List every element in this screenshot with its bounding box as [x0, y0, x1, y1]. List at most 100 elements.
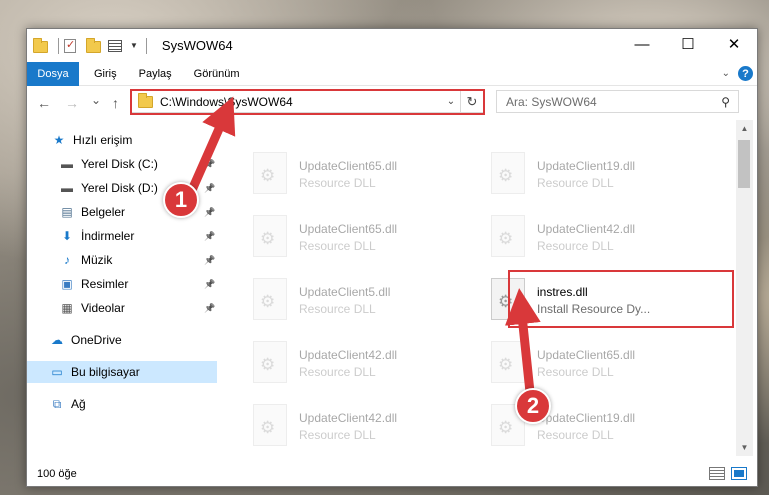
recent-locations-icon[interactable]: ⌄ — [91, 93, 101, 107]
dll-file-icon: ⚙ — [491, 152, 525, 194]
file-info: UpdateClient42.dll Resource DLL — [537, 221, 635, 255]
pin-icon: 📌 — [204, 206, 216, 217]
file-info: UpdateClient65.dll Resource DLL — [299, 221, 397, 255]
tab-view[interactable]: Görünüm — [183, 62, 251, 86]
file-info: UpdateClient5.dll Resource DLL — [299, 284, 390, 318]
sidebar-item[interactable]: ▬ Yerel Disk (C:) 📌 — [27, 153, 217, 175]
dll-file-icon: ⚙ — [253, 278, 287, 320]
sidebar-item[interactable]: ▦ Videolar 📌 — [27, 297, 217, 319]
file-description: Resource DLL — [537, 428, 614, 442]
file-info: UpdateClient19.dll Resource DLL — [537, 158, 635, 192]
tab-share[interactable]: Paylaş — [128, 62, 183, 86]
file-tile[interactable]: ⚙ UpdateClient65.dll Resource DLL — [245, 150, 475, 200]
file-explorer-window: ▼ SysWOW64 — ☐ ✕ Dosya Giriş Paylaş Görü… — [26, 28, 758, 487]
ribbon-controls: ⌄ ? — [722, 66, 753, 81]
navigation-pane: ★ Hızlı erişim ▬ Yerel Disk (C:) 📌 ▬ Yerel Dis… — [27, 125, 217, 455]
network-icon: ⧉ — [52, 396, 62, 411]
drive-icon: ▬ — [61, 181, 73, 195]
gear-icon: ⚙ — [498, 355, 514, 374]
file-info: UpdateClient42.dll Resource DLL — [299, 347, 397, 381]
status-bar: 100 öğe — [27, 461, 757, 486]
quick-access-toolbar: ▼ — [33, 37, 138, 54]
minimize-button[interactable]: — — [619, 29, 665, 59]
file-tile[interactable]: ⚙ UpdateClient65.dll Resource DLL — [245, 213, 475, 263]
file-name: UpdateClient19.dll — [537, 411, 636, 425]
file-description: Resource DLL — [299, 428, 376, 442]
file-name: UpdateClient65.dll — [537, 348, 636, 362]
sidebar-item[interactable]: ⧉ Ağ — [27, 393, 217, 415]
gear-icon: ⚙ — [260, 355, 276, 374]
vertical-scrollbar[interactable]: ▲ ▼ — [736, 120, 753, 456]
dll-file-icon: ⚙ — [253, 404, 287, 446]
scroll-down-icon[interactable]: ▼ — [736, 439, 753, 456]
search-icon[interactable]: ⚲ — [721, 95, 730, 109]
scroll-thumb[interactable] — [738, 140, 750, 188]
file-name: UpdateClient65.dll — [299, 159, 398, 173]
new-folder-icon[interactable] — [86, 37, 102, 53]
sidebar-item[interactable]: ♪ Müzik 📌 — [27, 249, 217, 271]
sidebar-item-label: Bu bilgisayar — [71, 365, 140, 379]
properties-icon[interactable] — [64, 38, 80, 53]
file-info: UpdateClient65.dll Resource DLL — [537, 347, 635, 381]
details-view-icon[interactable] — [709, 467, 725, 480]
title-bar: ▼ SysWOW64 — ☐ ✕ — [27, 29, 757, 62]
file-tile[interactable]: ⚙ UpdateClient65.dll Resource DLL — [483, 339, 713, 389]
item-count: 100 öğe — [37, 467, 77, 480]
forward-icon[interactable]: → — [65, 95, 79, 111]
tab-file[interactable]: Dosya — [27, 61, 79, 86]
computer-icon: ▭ — [51, 365, 63, 379]
ribbon-tabs: Dosya Giriş Paylaş Görünüm ⌄ ? — [27, 61, 757, 86]
file-info: UpdateClient42.dll Resource DLL — [299, 410, 397, 444]
tab-home[interactable]: Giriş — [83, 62, 128, 86]
title-divider — [145, 37, 147, 54]
dll-file-icon: ⚙ — [253, 341, 287, 383]
file-list: ⚙ UpdateClient65.dll Resource DLL ⚙ UpdateCl… — [220, 120, 738, 460]
drive-icon: ▬ — [61, 157, 73, 171]
file-description: Resource DLL — [537, 365, 614, 379]
documents-icon: ▤ — [61, 205, 73, 219]
expand-ribbon-icon[interactable]: ⌄ — [722, 68, 730, 79]
file-name: UpdateClient42.dll — [299, 411, 398, 425]
up-icon[interactable]: ↑ — [112, 95, 119, 111]
file-tile[interactable]: ⚙ UpdateClient19.dll Resource DLL — [483, 150, 713, 200]
file-description: Resource DLL — [537, 239, 614, 253]
sidebar-item[interactable]: ☁ OneDrive — [27, 329, 217, 351]
back-icon[interactable]: ← — [37, 95, 51, 111]
file-tile[interactable]: ⚙ UpdateClient5.dll Resource DLL — [245, 276, 475, 326]
gear-icon: ⚙ — [260, 418, 276, 437]
downloads-icon: ⬇ — [61, 229, 73, 243]
address-highlight-box — [130, 89, 485, 115]
sidebar-item[interactable]: ⬇ İndirmeler 📌 — [27, 225, 217, 247]
file-tile[interactable]: ⚙ UpdateClient42.dll Resource DLL — [245, 402, 475, 452]
customize-toolbar-dropdown-icon[interactable]: ▼ — [130, 41, 138, 50]
large-icons-view-icon[interactable] — [731, 467, 747, 480]
gear-icon: ⚙ — [498, 418, 514, 437]
step-badge-2: 2 — [515, 388, 551, 424]
dll-file-icon: ⚙ — [491, 341, 525, 383]
sidebar-item-label: OneDrive — [71, 333, 122, 347]
close-button[interactable]: ✕ — [711, 29, 757, 59]
search-input[interactable]: Ara: SysWOW64 — [506, 95, 721, 109]
maximize-button[interactable]: ☐ — [665, 29, 711, 59]
file-name: UpdateClient42.dll — [537, 222, 636, 236]
scroll-up-icon[interactable]: ▲ — [736, 120, 753, 137]
sidebar-item[interactable]: ▣ Resimler 📌 — [27, 273, 217, 295]
cloud-icon: ☁ — [51, 333, 63, 347]
file-name: UpdateClient65.dll — [299, 222, 398, 236]
sidebar-item-label: Müzik — [81, 253, 113, 267]
dll-file-icon: ⚙ — [253, 215, 287, 257]
sidebar-item[interactable]: ▭ Bu bilgisayar — [27, 361, 217, 383]
pin-icon: 📌 — [204, 302, 216, 313]
gear-icon: ⚙ — [260, 292, 276, 311]
file-description: Resource DLL — [299, 302, 376, 316]
sidebar-item[interactable]: ★ Hızlı erişim — [27, 129, 217, 151]
dll-file-icon: ⚙ — [253, 152, 287, 194]
help-icon[interactable]: ? — [738, 66, 753, 81]
sidebar-item-label: Yerel Disk (D:) — [81, 181, 158, 195]
customize-view-icon[interactable] — [108, 39, 124, 53]
file-name: UpdateClient5.dll — [299, 285, 391, 299]
window-title: SysWOW64 — [161, 38, 233, 53]
file-tile[interactable]: ⚙ UpdateClient42.dll Resource DLL — [245, 339, 475, 389]
search-box[interactable]: Ara: SysWOW64 ⚲ — [496, 90, 739, 113]
file-tile[interactable]: ⚙ UpdateClient42.dll Resource DLL — [483, 213, 713, 263]
